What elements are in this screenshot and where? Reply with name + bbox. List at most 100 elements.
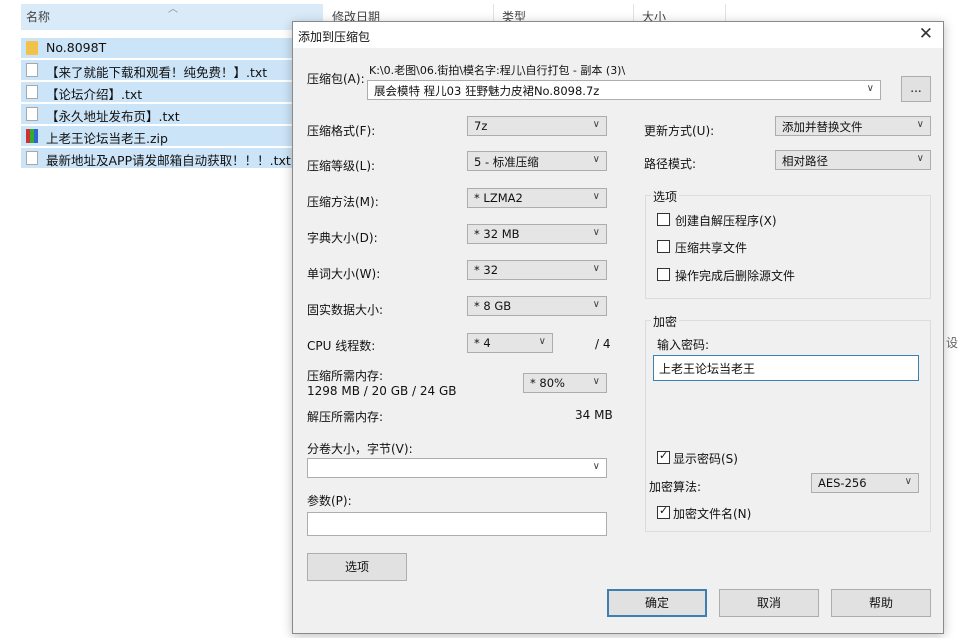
password-value: 上老王论坛当老王 xyxy=(659,362,756,376)
solid-value: * 8 GB xyxy=(474,299,512,313)
cpu-label: CPU 线程数: xyxy=(307,339,376,353)
show-password-checkbox[interactable]: ✓ xyxy=(657,449,670,464)
options-button[interactable]: 选项 xyxy=(307,553,407,581)
file-name: 【论坛介绍】.txt xyxy=(46,87,143,102)
archive-path: K:\0.老图\06.街拍\模名字:程儿\自行打包 - 副本 (3)\ xyxy=(369,64,626,77)
dict-value: * 32 MB xyxy=(474,227,520,241)
method-value: * LZMA2 xyxy=(474,191,523,205)
dict-label: 字典大小(D): xyxy=(307,231,378,245)
ok-button[interactable]: 确定 xyxy=(607,589,707,617)
help-button[interactable]: 帮助 xyxy=(831,589,931,617)
dialog-title: 添加到压缩包 xyxy=(298,30,371,44)
level-select[interactable]: 5 - 标准压缩 ∨ xyxy=(467,151,607,171)
shared-checkbox[interactable] xyxy=(657,240,670,253)
chevron-down-icon: ∨ xyxy=(904,476,912,487)
path-mode-select[interactable]: 相对路径 ∨ xyxy=(775,150,931,170)
sort-ascending-icon: ︿ xyxy=(168,4,178,15)
mem-detail: 1298 MB / 20 GB / 24 GB xyxy=(307,384,457,398)
encryption-method-value: AES-256 xyxy=(818,476,867,490)
solid-select[interactable]: * 8 GB ∨ xyxy=(467,296,607,316)
file-row[interactable]: No.8098T xyxy=(21,38,321,58)
file-name: 最新地址及APP请发邮箱自动获取！！！.txt xyxy=(46,153,291,168)
sfx-label[interactable]: 创建自解压程序(X) xyxy=(675,212,777,229)
level-value: 5 - 标准压缩 xyxy=(474,155,539,169)
check-icon: ✓ xyxy=(659,449,669,462)
close-icon[interactable]: ✕ xyxy=(919,24,933,44)
encryption-group-title: 加密 xyxy=(651,313,680,330)
split-size-combo[interactable]: ∨ xyxy=(307,458,607,478)
password-input[interactable]: 上老王论坛当老王 xyxy=(653,355,919,381)
file-name: No.8098T xyxy=(46,40,107,55)
dict-select[interactable]: * 32 MB ∨ xyxy=(467,224,607,244)
solid-label: 固实数据大小: xyxy=(307,303,384,317)
chevron-down-icon: ∨ xyxy=(592,154,600,165)
encrypt-names-label[interactable]: 加密文件名(N) xyxy=(673,505,751,522)
decomp-value: 34 MB xyxy=(575,408,613,422)
word-label: 单词大小(W): xyxy=(307,267,381,281)
delete-source-checkbox[interactable] xyxy=(657,268,670,281)
chevron-down-icon: ∨ xyxy=(916,153,924,164)
method-select[interactable]: * LZMA2 ∨ xyxy=(467,188,607,208)
file-row[interactable]: 【来了就能下载和观看！纯免费！】.txt xyxy=(21,60,321,80)
chevron-down-icon: ∨ xyxy=(866,83,874,94)
chevron-down-icon: ∨ xyxy=(538,336,546,347)
encryption-method-select[interactable]: AES-256 ∨ xyxy=(811,473,919,493)
file-row[interactable]: 【论坛介绍】.txt xyxy=(21,82,321,102)
file-row[interactable]: 最新地址及APP请发邮箱自动获取！！！.txt xyxy=(21,148,321,168)
dialog-titlebar[interactable]: 添加到压缩包 ✕ xyxy=(293,22,943,48)
format-value: 7z xyxy=(474,119,488,133)
options-group-title: 选项 xyxy=(651,188,680,205)
archive-label: 压缩包(A): xyxy=(307,72,365,86)
file-name: 【永久地址发布页】.txt xyxy=(46,109,180,124)
chevron-down-icon: ∨ xyxy=(592,119,600,130)
archive-name-value: 展会模特 程儿03 狂野魅力皮裙No.8098.7z xyxy=(374,84,600,98)
cpu-value: * 4 xyxy=(474,336,491,350)
update-label: 更新方式(U): xyxy=(644,124,715,138)
text-file-icon xyxy=(26,85,38,99)
update-value: 添加并替换文件 xyxy=(782,120,863,134)
sfx-checkbox[interactable] xyxy=(657,213,670,226)
chevron-down-icon: ∨ xyxy=(592,299,600,310)
text-file-icon xyxy=(26,63,38,77)
text-file-icon xyxy=(26,151,38,165)
cpu-select[interactable]: * 4 ∨ xyxy=(467,333,553,353)
show-password-label[interactable]: 显示密码(S) xyxy=(673,450,738,467)
cancel-button[interactable]: 取消 xyxy=(719,589,819,617)
chevron-down-icon: ∨ xyxy=(592,263,600,274)
encrypt-names-checkbox[interactable]: ✓ xyxy=(657,504,670,519)
params-input[interactable] xyxy=(307,512,607,536)
encryption-method-label: 加密算法: xyxy=(649,480,702,494)
truncated-text: 设 xyxy=(946,336,959,350)
folder-icon xyxy=(26,41,38,55)
chevron-down-icon: ∨ xyxy=(592,376,600,387)
check-icon: ✓ xyxy=(659,504,669,517)
method-label: 压缩方法(M): xyxy=(307,195,379,209)
file-row[interactable]: 【永久地址发布页】.txt xyxy=(21,104,321,124)
format-select[interactable]: 7z ∨ xyxy=(467,116,607,136)
chevron-down-icon: ∨ xyxy=(592,191,600,202)
chevron-down-icon: ∨ xyxy=(916,119,924,130)
column-header-name-label[interactable]: 名称 xyxy=(26,8,50,25)
level-label: 压缩等级(L): xyxy=(307,159,376,173)
archive-icon xyxy=(26,129,38,143)
decomp-label: 解压所需内存: xyxy=(307,410,384,424)
format-label: 压缩格式(F): xyxy=(307,124,376,138)
word-value: * 32 xyxy=(474,263,499,277)
delete-source-label[interactable]: 操作完成后删除源文件 xyxy=(675,267,795,284)
word-select[interactable]: * 32 ∨ xyxy=(467,260,607,280)
shared-label[interactable]: 压缩共享文件 xyxy=(675,239,747,256)
password-label: 输入密码: xyxy=(657,338,710,352)
add-to-archive-dialog: 添加到压缩包 ✕ 压缩包(A): K:\0.老图\06.街拍\模名字:程儿\自行… xyxy=(292,21,944,634)
text-file-icon xyxy=(26,107,38,121)
chevron-down-icon: ∨ xyxy=(592,461,600,472)
file-name: 【来了就能下载和观看！纯免费！】.txt xyxy=(46,65,268,80)
chevron-down-icon: ∨ xyxy=(592,227,600,238)
mem-percent-select[interactable]: * 80% ∨ xyxy=(523,373,607,393)
file-name: 上老王论坛当老王.zip xyxy=(46,131,168,146)
archive-name-combo[interactable]: 展会模特 程儿03 狂野魅力皮裙No.8098.7z ∨ xyxy=(367,80,881,100)
file-row[interactable]: 上老王论坛当老王.zip xyxy=(21,126,321,146)
update-select[interactable]: 添加并替换文件 ∨ xyxy=(775,116,931,136)
params-label: 参数(P): xyxy=(307,494,352,508)
browse-button[interactable]: ... xyxy=(901,76,931,102)
path-mode-label: 路径模式: xyxy=(644,157,697,171)
